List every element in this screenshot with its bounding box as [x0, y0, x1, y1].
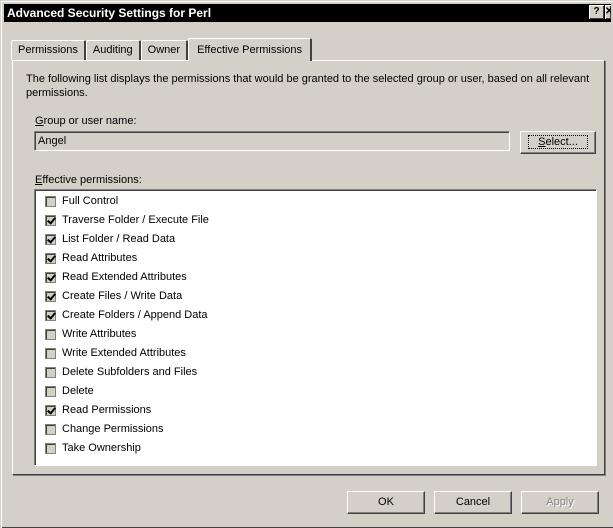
permission-label: Write Attributes: [62, 328, 137, 340]
security-settings-dialog: Advanced Security Settings for Perl ? ✕ …: [0, 0, 613, 528]
permission-item: Create Folders / Append Data: [45, 307, 208, 323]
unchecked-checkbox: [45, 328, 56, 340]
checked-checkbox: [45, 290, 56, 302]
permission-label: Full Control: [62, 195, 119, 207]
ok-button[interactable]: OK: [347, 491, 425, 514]
unchecked-checkbox: [45, 366, 56, 378]
title-bar: Advanced Security Settings for Perl ? ✕: [4, 4, 611, 22]
permission-item: Create Files / Write Data: [45, 288, 182, 304]
window-title: Advanced Security Settings for Perl: [7, 6, 212, 20]
description-text: The following list displays the permissi…: [26, 73, 590, 99]
unchecked-checkbox: [45, 347, 56, 359]
tab-effective-permissions[interactable]: Effective Permissions: [188, 38, 313, 61]
checked-checkbox: [45, 214, 56, 226]
effective-permissions-list[interactable]: Full Control Traverse Folder / Execute Fi…: [34, 189, 597, 466]
permission-label: List Folder / Read Data: [62, 233, 176, 245]
checked-checkbox: [45, 404, 56, 416]
checked-checkbox: [45, 271, 56, 283]
cancel-button[interactable]: Cancel: [434, 491, 512, 514]
permission-item: Write Attributes: [45, 326, 136, 342]
close-button[interactable]: ✕: [605, 5, 611, 19]
permission-item: Change Permissions: [45, 421, 164, 437]
group-label-accelerator: G: [35, 115, 44, 127]
permission-label: Take Ownership: [62, 442, 141, 454]
permission-label: Change Permissions: [62, 423, 164, 435]
permission-label: Traverse Folder / Execute File: [62, 214, 209, 226]
permission-label: Delete: [62, 385, 94, 397]
permission-item: List Folder / Read Data: [45, 231, 175, 247]
group-or-user-label: Group or user name:: [35, 115, 137, 127]
effective-permissions-label: Effective permissions:: [35, 174, 142, 186]
select-label: elect...: [545, 136, 578, 148]
checked-checkbox: [45, 252, 56, 264]
permission-item: Read Permissions: [45, 402, 151, 418]
help-button[interactable]: ?: [589, 5, 604, 19]
permission-item: Take Ownership: [45, 440, 141, 456]
tab-strip: Permissions Auditing Owner Effective Per…: [11, 35, 313, 61]
group-label-text: roup or user name:: [43, 115, 137, 127]
unchecked-checkbox: [45, 423, 56, 435]
permission-label: Read Extended Attributes: [62, 271, 187, 283]
permission-label: Delete Subfolders and Files: [62, 366, 198, 378]
permission-item: Delete Subfolders and Files: [45, 364, 197, 380]
unchecked-checkbox: [45, 385, 56, 397]
permission-label: Read Attributes: [62, 252, 138, 264]
effective-label-text: ffective permissions:: [42, 174, 142, 186]
permission-label: Create Files / Write Data: [62, 290, 183, 302]
checked-checkbox: [45, 309, 56, 321]
unchecked-checkbox: [45, 195, 56, 207]
permission-item: Write Extended Attributes: [45, 345, 186, 361]
permission-item: Read Attributes: [45, 250, 137, 266]
group-or-user-field[interactable]: Angel: [34, 131, 510, 151]
tab-permissions[interactable]: Permissions: [11, 40, 86, 60]
permission-item: Delete: [45, 383, 94, 399]
checked-checkbox: [45, 233, 56, 245]
permission-label: Write Extended Attributes: [62, 347, 186, 359]
permission-item: Read Extended Attributes: [45, 269, 187, 285]
permission-item: Traverse Folder / Execute File: [45, 212, 209, 228]
select-button[interactable]: Select...: [520, 131, 596, 154]
tab-auditing[interactable]: Auditing: [85, 40, 141, 60]
tab-owner[interactable]: Owner: [140, 40, 189, 60]
permission-label: Create Folders / Append Data: [62, 309, 208, 321]
permission-item: Full Control: [45, 193, 118, 209]
permission-label: Read Permissions: [62, 404, 152, 416]
unchecked-checkbox: [45, 442, 56, 454]
apply-button[interactable]: Apply: [521, 491, 599, 514]
